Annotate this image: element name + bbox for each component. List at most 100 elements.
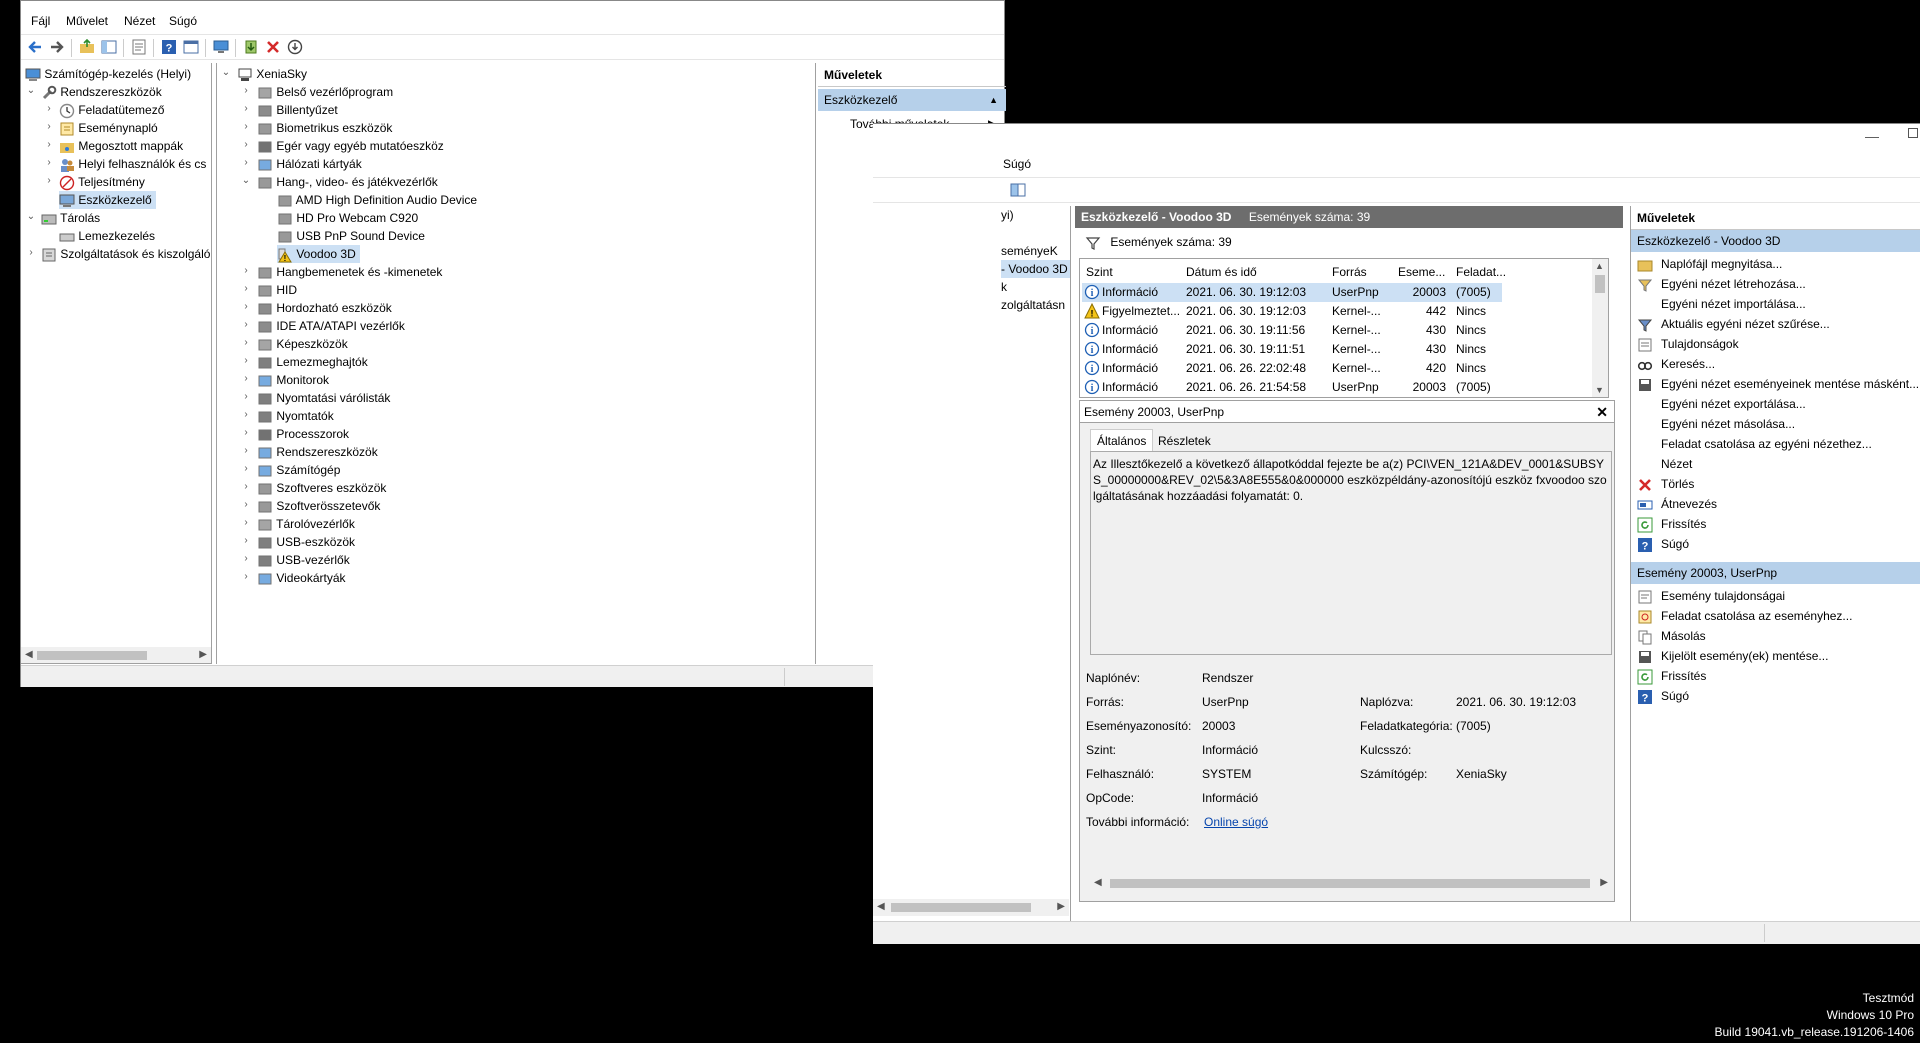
chevron-right-icon[interactable]: › bbox=[241, 482, 251, 492]
action-item[interactable]: Másolás bbox=[1637, 626, 1706, 646]
chevron-down-icon[interactable]: ⌄ bbox=[26, 86, 36, 96]
action-item[interactable]: Keresés... bbox=[1637, 354, 1715, 374]
tree-item-shared-folders[interactable]: Megosztott mappák bbox=[59, 137, 183, 155]
chevron-right-icon[interactable]: › bbox=[241, 104, 251, 114]
scan-hardware-icon[interactable] bbox=[213, 39, 229, 55]
tree-item-storage[interactable]: Tárolás bbox=[41, 209, 100, 227]
device-item[interactable]: Monitorok bbox=[257, 371, 329, 389]
table-row[interactable]: ! Figyelmeztet... 2021. 06. 30. 19:12:03 Ke… bbox=[1082, 302, 1502, 321]
device-item[interactable]: Egér vagy egyéb mutatóeszköz bbox=[257, 137, 444, 155]
scrollbar-thumb[interactable] bbox=[1595, 275, 1605, 293]
action-item[interactable]: Frissítés bbox=[1637, 666, 1706, 686]
chevron-right-icon[interactable]: › bbox=[241, 338, 251, 348]
chevron-down-icon[interactable]: ⌄ bbox=[26, 212, 36, 222]
chevron-right-icon[interactable]: › bbox=[241, 158, 251, 168]
scroll-right-icon[interactable]: ▶ bbox=[1057, 901, 1065, 912]
tree-item-task-scheduler[interactable]: Feladatütemező bbox=[59, 101, 164, 119]
action-item[interactable]: ? Súgó bbox=[1637, 534, 1689, 554]
chevron-right-icon[interactable]: › bbox=[241, 464, 251, 474]
chevron-right-icon[interactable]: › bbox=[241, 446, 251, 456]
chevron-right-icon[interactable]: › bbox=[241, 320, 251, 330]
menu-view[interactable]: Nézet bbox=[124, 14, 155, 28]
collapse-up-icon[interactable]: ▲ bbox=[989, 89, 998, 111]
scroll-right-icon[interactable]: ▶ bbox=[1600, 877, 1608, 888]
chevron-right-icon[interactable]: › bbox=[241, 518, 251, 528]
chevron-right-icon[interactable]: › bbox=[44, 176, 54, 186]
chevron-down-icon[interactable]: ⌄ bbox=[221, 68, 231, 78]
action-item[interactable]: Tulajdonságok bbox=[1637, 334, 1739, 354]
menu-file[interactable]: Fájl bbox=[31, 14, 50, 28]
chevron-right-icon[interactable]: › bbox=[241, 356, 251, 366]
online-help-link[interactable]: Online súgó bbox=[1204, 815, 1268, 829]
actions-section-log[interactable]: Eszközkezelő - Voodoo 3D bbox=[1631, 230, 1920, 252]
device-item[interactable]: Nyomtatási várólisták bbox=[257, 389, 390, 407]
chevron-down-icon[interactable]: ⌄ bbox=[241, 176, 251, 186]
forward-arrow-icon[interactable] bbox=[49, 39, 65, 55]
column-source[interactable]: Forrás bbox=[1332, 265, 1367, 279]
tree-item-services[interactable]: Szolgáltatások és kiszolgáló bbox=[41, 245, 210, 263]
tree-item-disk-management[interactable]: Lemezkezelés bbox=[59, 227, 155, 245]
chevron-right-icon[interactable]: › bbox=[26, 248, 36, 258]
chevron-right-icon[interactable]: › bbox=[241, 86, 251, 96]
action-item[interactable]: Egyéni nézet eseményeinek mentése máskén… bbox=[1637, 374, 1919, 394]
table-row[interactable]: i Információ 2021. 06. 26. 22:02:48 Kernel-… bbox=[1082, 359, 1502, 378]
action-item[interactable]: Törlés bbox=[1637, 474, 1694, 494]
tree-item-event-viewer[interactable]: Eseménynapló bbox=[59, 119, 158, 137]
action-item[interactable]: Nézet bbox=[1637, 454, 1692, 474]
tree-item-performance[interactable]: Teljesítmény bbox=[59, 173, 145, 191]
device-root[interactable]: XeniaSky bbox=[237, 65, 307, 83]
column-level[interactable]: Szint bbox=[1086, 265, 1113, 279]
device-item[interactable]: Hang-, video- és játékvezérlők bbox=[257, 173, 438, 191]
action-item[interactable]: ? Súgó bbox=[1637, 686, 1689, 706]
horizontal-scrollbar[interactable]: ◀ ▶ bbox=[1090, 875, 1612, 892]
device-item[interactable]: Tárolóvezérlők bbox=[257, 515, 355, 533]
scroll-right-icon[interactable]: ▶ bbox=[199, 649, 207, 660]
tree-item-fragment[interactable]: seményeK bbox=[1001, 242, 1058, 260]
menu-help[interactable]: Súgó bbox=[1003, 157, 1031, 171]
properties-toolbar-icon[interactable] bbox=[131, 39, 147, 55]
device-item[interactable]: Szoftveres eszközök bbox=[257, 479, 386, 497]
tree-item-fragment[interactable]: zolgáltatásn bbox=[1001, 296, 1065, 314]
show-hide-tree-icon[interactable] bbox=[1010, 182, 1026, 198]
device-item[interactable]: IDE ATA/ATAPI vezérlők bbox=[257, 317, 405, 335]
tree-item-selected-fragment[interactable]: - Voodoo 3D bbox=[1001, 260, 1070, 278]
chevron-right-icon[interactable]: › bbox=[241, 266, 251, 276]
scroll-left-icon[interactable]: ◀ bbox=[1094, 877, 1102, 888]
horizontal-scrollbar[interactable]: ◀ ▶ bbox=[873, 899, 1069, 916]
action-item[interactable]: Esemény tulajdonságai bbox=[1637, 586, 1785, 606]
up-folder-icon[interactable] bbox=[79, 39, 95, 55]
tree-item-local-users[interactable]: Helyi felhasználók és cs bbox=[59, 155, 206, 173]
chevron-right-icon[interactable]: › bbox=[241, 374, 251, 384]
chevron-right-icon[interactable]: › bbox=[44, 140, 54, 150]
chevron-right-icon[interactable]: › bbox=[241, 410, 251, 420]
actions-section-event[interactable]: Esemény 20003, UserPnp bbox=[1631, 562, 1920, 584]
action-item[interactable]: Egyéni nézet exportálása... bbox=[1637, 394, 1806, 414]
device-item[interactable]: Rendszereszközök bbox=[257, 443, 378, 461]
column-event-id[interactable]: Eseme... bbox=[1398, 265, 1445, 279]
chevron-right-icon[interactable]: › bbox=[241, 302, 251, 312]
column-date[interactable]: Dátum és idő bbox=[1186, 265, 1257, 279]
device-item[interactable]: Szoftverösszetevők bbox=[257, 497, 380, 515]
actions-section-device-manager[interactable]: Eszközkezelő ▲ bbox=[818, 89, 1006, 111]
device-item[interactable]: HID bbox=[257, 281, 297, 299]
chevron-right-icon[interactable]: › bbox=[241, 536, 251, 546]
close-icon[interactable]: ✕ bbox=[1596, 401, 1608, 423]
device-item[interactable]: USB PnP Sound Device bbox=[277, 227, 425, 245]
chevron-right-icon[interactable]: › bbox=[241, 428, 251, 438]
scrollbar-thumb[interactable] bbox=[37, 651, 147, 660]
tree-item-root[interactable]: Számítógép-kezelés (Helyi) bbox=[25, 65, 191, 83]
tree-item-fragment[interactable]: yi) bbox=[1001, 206, 1014, 224]
action-item[interactable]: Egyéni nézet másolása... bbox=[1637, 414, 1795, 434]
table-row[interactable]: i Információ 2021. 06. 30. 19:11:56 Kernel-… bbox=[1082, 321, 1502, 340]
scroll-left-icon[interactable]: ◀ bbox=[877, 901, 885, 912]
chevron-right-icon[interactable]: › bbox=[241, 500, 251, 510]
chevron-right-icon[interactable]: › bbox=[44, 158, 54, 168]
enable-device-icon[interactable] bbox=[287, 39, 303, 55]
mmc-view-icon[interactable] bbox=[183, 39, 199, 55]
column-task[interactable]: Feladat... bbox=[1456, 265, 1506, 279]
show-hide-tree-icon[interactable] bbox=[101, 39, 117, 55]
action-item[interactable]: Frissítés bbox=[1637, 514, 1706, 534]
horizontal-scrollbar[interactable]: ◀ ▶ bbox=[21, 647, 211, 663]
tab-details[interactable]: Részletek bbox=[1152, 431, 1217, 451]
scroll-left-icon[interactable]: ◀ bbox=[25, 649, 33, 660]
